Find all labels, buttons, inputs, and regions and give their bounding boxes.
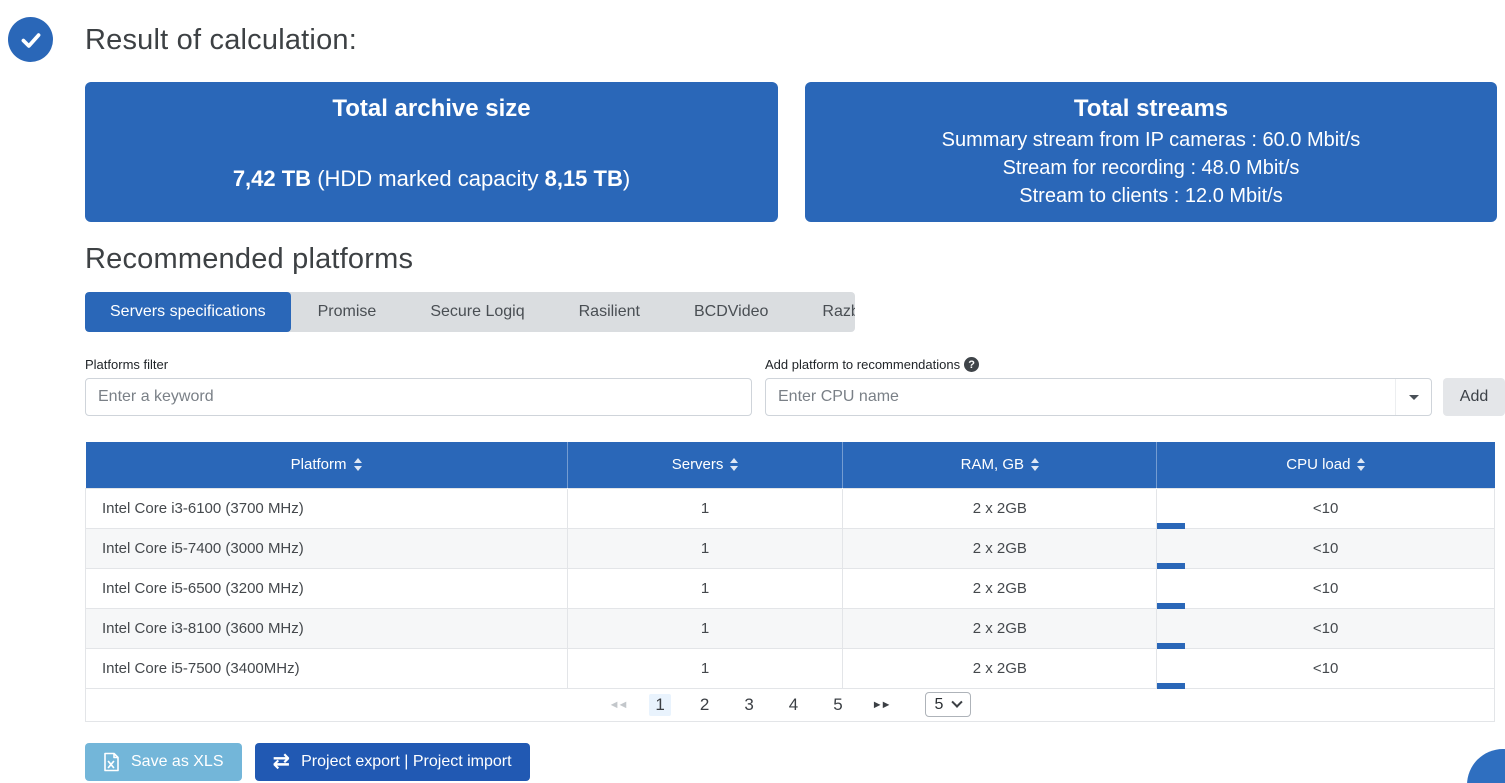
- servers-cell: 1: [567, 568, 843, 608]
- archive-mid-text: (HDD marked capacity: [311, 166, 545, 191]
- project-export-import-button[interactable]: ⇄ Project export | Project import: [255, 743, 530, 781]
- servers-cell: 1: [567, 528, 843, 568]
- column-header-servers[interactable]: Servers: [567, 442, 843, 488]
- servers-cell: 1: [567, 608, 843, 648]
- streams-card-title: Total streams: [805, 94, 1497, 124]
- platforms-filter-label: Platforms filter: [85, 357, 752, 372]
- ram-cell: 2 x 2GB: [843, 608, 1157, 648]
- servers-cell: 1: [567, 488, 843, 528]
- sort-icon: [730, 458, 738, 471]
- recommended-platforms-heading: Recommended platforms: [85, 242, 1505, 276]
- recording-stream-line: Stream for recording : 48.0 Mbit/s: [805, 154, 1497, 182]
- pagination-cell: ◄◄ 1 2 3 4 5 ►► 5: [86, 688, 1495, 721]
- first-page-button[interactable]: ◄◄: [609, 699, 627, 711]
- table-footer-row: ◄◄ 1 2 3 4 5 ►► 5: [86, 688, 1495, 721]
- platforms-filter-input[interactable]: [85, 378, 752, 416]
- excel-file-icon: [103, 752, 120, 772]
- cpu-combobox-dropdown-toggle[interactable]: [1395, 379, 1431, 415]
- page-button-3[interactable]: 3: [738, 694, 759, 716]
- tab-servers-specifications[interactable]: Servers specifications: [85, 292, 291, 332]
- hdd-capacity-value: 8,15 TB: [545, 166, 623, 191]
- main-content: Result of calculation: Total archive siz…: [85, 22, 1505, 781]
- save-as-xls-button[interactable]: Save as XLS: [85, 743, 242, 781]
- ram-cell: 2 x 2GB: [843, 528, 1157, 568]
- ram-cell: 2 x 2GB: [843, 568, 1157, 608]
- cpu-load-bar: [1157, 683, 1185, 689]
- sort-icon: [1031, 458, 1039, 471]
- platform-cell: Intel Core i5-7500 (3400MHz): [86, 648, 568, 688]
- archive-size-value: 7,42 TB: [233, 166, 311, 191]
- platforms-tabbar: Servers specifications Promise Secure Lo…: [85, 292, 855, 332]
- column-header-ram[interactable]: RAM, GB: [843, 442, 1157, 488]
- platforms-filter-group: Platforms filter: [85, 357, 752, 416]
- tab-secure-logiq[interactable]: Secure Logiq: [403, 292, 551, 332]
- add-platform-button[interactable]: Add: [1443, 378, 1505, 416]
- archive-end-text: ): [623, 166, 630, 191]
- tab-razberi[interactable]: Razberi: [795, 292, 855, 332]
- table-row: Intel Core i3-8100 (3600 MHz) 1 2 x 2GB …: [86, 608, 1495, 648]
- page-button-5[interactable]: 5: [827, 694, 848, 716]
- check-circle-icon: [8, 17, 53, 62]
- table-row: Intel Core i5-7400 (3000 MHz) 1 2 x 2GB …: [86, 528, 1495, 568]
- add-platform-group: Add platform to recommendations ? Add: [765, 357, 1505, 416]
- checkmark-icon: [18, 27, 44, 53]
- total-streams-card: Total streams Summary stream from IP cam…: [805, 82, 1497, 222]
- table-row: Intel Core i5-6500 (3200 MHz) 1 2 x 2GB …: [86, 568, 1495, 608]
- sort-icon: [1357, 458, 1365, 471]
- archive-card-title: Total archive size: [85, 94, 778, 124]
- page-button-2[interactable]: 2: [694, 694, 715, 716]
- cpu-load-cell: <10: [1157, 528, 1495, 568]
- total-archive-card: Total archive size 7,42 TB (HDD marked c…: [85, 82, 778, 222]
- sort-icon: [354, 458, 362, 471]
- platform-cell: Intel Core i5-7400 (3000 MHz): [86, 528, 568, 568]
- table-row: Intel Core i5-7500 (3400MHz) 1 2 x 2GB <…: [86, 648, 1495, 688]
- archive-card-value: 7,42 TB (HDD marked capacity 8,15 TB): [85, 166, 778, 192]
- ram-cell: 2 x 2GB: [843, 488, 1157, 528]
- page-title: Result of calculation:: [85, 22, 1505, 58]
- platform-cell: Intel Core i5-6500 (3200 MHz): [86, 568, 568, 608]
- last-page-button[interactable]: ►►: [872, 699, 890, 711]
- ram-cell: 2 x 2GB: [843, 648, 1157, 688]
- swap-arrows-icon: ⇄: [273, 751, 291, 772]
- table-header-row: Platform Servers RAM, GB CPU load: [86, 442, 1495, 488]
- platform-cell: Intel Core i3-8100 (3600 MHz): [86, 608, 568, 648]
- page-size-select[interactable]: 5: [925, 692, 972, 717]
- tab-bcdvideo[interactable]: BCDVideo: [667, 292, 795, 332]
- page-button-1[interactable]: 1: [649, 694, 670, 716]
- pagination: ◄◄ 1 2 3 4 5 ►► 5: [86, 692, 1494, 717]
- caret-down-icon: [1409, 395, 1419, 400]
- cpu-load-cell: <10: [1157, 608, 1495, 648]
- tab-rasilient[interactable]: Rasilient: [552, 292, 667, 332]
- add-platform-label: Add platform to recommendations ?: [765, 357, 1505, 372]
- footer-actions: Save as XLS ⇄ Project export | Project i…: [85, 743, 1505, 781]
- tab-promise[interactable]: Promise: [291, 292, 404, 332]
- column-header-platform[interactable]: Platform: [86, 442, 568, 488]
- cpu-load-cell: <10: [1157, 488, 1495, 528]
- page-button-4[interactable]: 4: [783, 694, 804, 716]
- summary-stream-line: Summary stream from IP cameras : 60.0 Mb…: [805, 126, 1497, 154]
- cpu-load-cell: <10: [1157, 648, 1495, 688]
- cpu-name-input[interactable]: [765, 378, 1432, 416]
- platform-cell: Intel Core i3-6100 (3700 MHz): [86, 488, 568, 528]
- table-row: Intel Core i3-6100 (3700 MHz) 1 2 x 2GB …: [86, 488, 1495, 528]
- summary-cards: Total archive size 7,42 TB (HDD marked c…: [85, 82, 1505, 222]
- clients-stream-line: Stream to clients : 12.0 Mbit/s: [805, 182, 1497, 210]
- chevron-down-icon: [952, 696, 963, 707]
- column-header-cpu-load[interactable]: CPU load: [1157, 442, 1495, 488]
- cpu-name-combobox: [765, 378, 1432, 416]
- cpu-load-cell: <10: [1157, 568, 1495, 608]
- platforms-table: Platform Servers RAM, GB CPU load: [85, 442, 1495, 722]
- question-circle-icon[interactable]: ?: [964, 357, 979, 372]
- servers-cell: 1: [567, 648, 843, 688]
- filters-row: Platforms filter Add platform to recomme…: [85, 357, 1505, 416]
